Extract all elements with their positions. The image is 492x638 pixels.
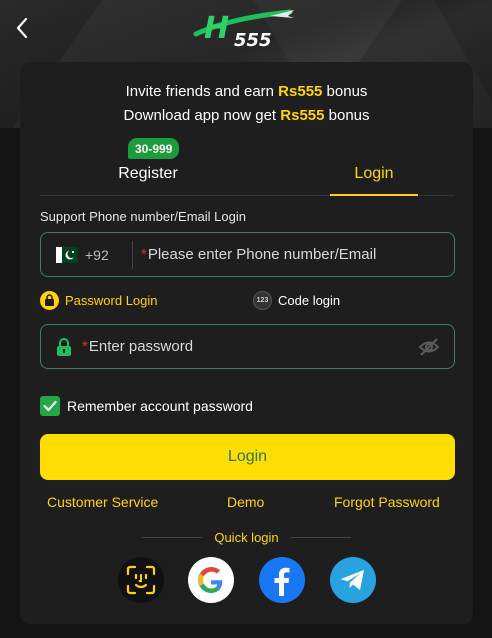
- required-mark: *: [82, 338, 88, 355]
- svg-text:H: H: [204, 11, 229, 46]
- demo-link[interactable]: Demo: [227, 494, 264, 510]
- lock-icon: [56, 337, 74, 357]
- register-bonus-badge: 30-999: [128, 138, 180, 159]
- code-login-option[interactable]: 123 Code login: [253, 289, 340, 311]
- phone-field-label: Support Phone number/Email Login: [40, 209, 246, 224]
- remember-label: Remember account password: [67, 398, 253, 414]
- telegram-login-button[interactable]: [330, 557, 376, 603]
- login-card: Invite friends and earn Rs555 bonus Down…: [20, 62, 473, 624]
- password-placeholder-text: Enter password: [88, 338, 194, 355]
- country-code[interactable]: +92: [85, 247, 132, 263]
- google-login-button[interactable]: [188, 557, 234, 603]
- numeric-code-icon: 123: [253, 290, 272, 310]
- phone-placeholder-text: Please enter Phone number/Email: [147, 246, 377, 263]
- promo-line-download: Download app now get Rs555 bonus: [20, 107, 473, 124]
- promo-line-invite: Invite friends and earn Rs555 bonus: [20, 83, 473, 100]
- forgot-password-link[interactable]: Forgot Password: [334, 494, 440, 510]
- remember-password-row: Remember account password: [40, 396, 253, 416]
- eye-off-icon[interactable]: [418, 337, 440, 357]
- telegram-icon: [341, 570, 364, 590]
- facebook-login-button[interactable]: [259, 557, 305, 603]
- divider-line: [142, 536, 203, 538]
- phone-email-input[interactable]: +92 *Please enter Phone number/Email: [40, 232, 455, 277]
- google-icon: [198, 567, 223, 593]
- auth-tabs: Register Login: [40, 152, 454, 196]
- phone-placeholder: *Please enter Phone number/Email: [141, 246, 376, 263]
- promo-amount: Rs555: [278, 83, 323, 100]
- face-id-icon: [126, 565, 156, 595]
- code-login-label: Code login: [278, 292, 341, 308]
- back-button[interactable]: [10, 16, 34, 40]
- promo-text: Invite friends and earn: [125, 83, 279, 100]
- password-placeholder: *Enter password: [82, 338, 193, 355]
- password-login-label: Password Login: [65, 292, 158, 308]
- remember-checkbox[interactable]: [40, 396, 60, 416]
- password-input[interactable]: *Enter password: [40, 324, 455, 369]
- tab-register-label: Register: [118, 165, 178, 182]
- promo-text: Download app now get: [123, 107, 281, 124]
- promo-amount: Rs555: [280, 107, 325, 124]
- customer-service-link[interactable]: Customer Service: [47, 494, 158, 510]
- input-divider: [132, 240, 133, 269]
- quick-login-label: Quick login: [214, 529, 279, 545]
- svg-text:555: 555: [234, 30, 272, 50]
- facebook-icon: [274, 567, 290, 596]
- required-mark: *: [141, 246, 147, 263]
- chevron-left-icon: [16, 17, 28, 39]
- tab-login[interactable]: Login: [330, 152, 418, 196]
- tab-login-label: Login: [354, 165, 394, 182]
- divider-line: [290, 536, 351, 538]
- brand-logo: H 555: [190, 4, 300, 51]
- promo-text: bonus: [324, 107, 370, 124]
- login-button[interactable]: Login: [40, 434, 455, 480]
- pakistan-flag-icon[interactable]: [56, 246, 78, 263]
- face-id-login-button[interactable]: [118, 557, 164, 603]
- password-login-option[interactable]: Password Login: [40, 289, 158, 311]
- lock-badge-icon: [40, 290, 59, 310]
- quick-login-divider: Quick login: [20, 528, 473, 546]
- checkmark-icon: [43, 400, 57, 412]
- promo-text: bonus: [322, 83, 368, 100]
